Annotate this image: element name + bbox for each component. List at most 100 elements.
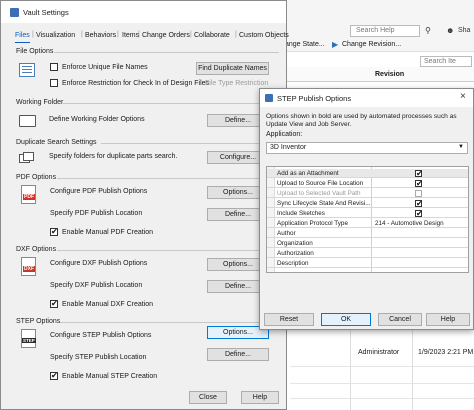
step-dialog-title: STEP Publish Options bbox=[277, 94, 352, 103]
tab-change-orders[interactable]: Change Orders bbox=[142, 32, 190, 39]
file-list-icon bbox=[19, 63, 35, 77]
property-row[interactable]: Application Protocol Type 214 - Automotiv… bbox=[267, 219, 468, 228]
property-row[interactable]: Author bbox=[267, 229, 468, 238]
dxf-configure-label: Configure DXF Publish Options bbox=[50, 260, 148, 267]
enforce-unique-checkbox[interactable] bbox=[50, 63, 58, 71]
property-checkbox[interactable] bbox=[415, 199, 423, 209]
close-icon[interactable]: × bbox=[460, 91, 466, 102]
property-row[interactable]: Add as an Attachment bbox=[267, 169, 468, 179]
property-row[interactable]: Authorization bbox=[267, 249, 468, 258]
property-row[interactable]: Description bbox=[267, 259, 468, 268]
property-row[interactable]: Upload to Selected Vault Path bbox=[267, 189, 468, 198]
step-dialog-titlebar: STEP Publish Options × bbox=[260, 89, 473, 107]
tab-files[interactable]: Files bbox=[15, 32, 30, 39]
vault-settings-title: Vault Settings bbox=[23, 8, 69, 17]
enforce-unique-label: Enforce Unique File Names bbox=[62, 64, 148, 71]
application-label: Application: bbox=[266, 131, 303, 138]
vault-settings-help-button[interactable]: Help bbox=[241, 391, 279, 404]
ok-button[interactable]: OK bbox=[321, 313, 371, 326]
search-items-placeholder: Search Ite bbox=[424, 58, 456, 65]
property-label: Include Sketches bbox=[277, 210, 325, 217]
duplicate-search-header: Duplicate Search Settings bbox=[16, 139, 97, 146]
step-publish-dialog: STEP Publish Options × Options shown in … bbox=[259, 88, 474, 330]
application-select-value: 3D Inventor bbox=[270, 144, 307, 151]
tab-behaviors[interactable]: Behaviors bbox=[85, 32, 116, 39]
property-label: Upload to Selected Vault Path bbox=[277, 190, 361, 197]
step-configure-label: Configure STEP Publish Options bbox=[50, 332, 152, 339]
property-label: Description bbox=[277, 260, 309, 267]
enforce-restriction-checkbox[interactable] bbox=[50, 79, 58, 87]
tab-underline bbox=[15, 42, 30, 43]
search-help-placeholder: Search Help bbox=[356, 27, 395, 34]
step-options-header: STEP Options bbox=[16, 318, 61, 325]
duplicate-search-separator bbox=[101, 143, 279, 144]
property-checkbox[interactable] bbox=[415, 209, 423, 219]
property-row[interactable]: Upload to Source File Location bbox=[267, 179, 468, 189]
search-icon[interactable]: ⚲ bbox=[425, 26, 431, 35]
enforce-restriction-label: Enforce Restriction for Check In of Desi… bbox=[62, 80, 210, 87]
file-options-separator bbox=[54, 52, 279, 53]
pdf-manual-label: Enable Manual PDF Creation bbox=[62, 229, 154, 236]
vault-settings-close-button[interactable]: Close bbox=[189, 391, 227, 404]
step-dialog-app-icon bbox=[265, 94, 273, 102]
find-duplicate-names-button[interactable]: Find Duplicate Names bbox=[196, 62, 269, 75]
help-button[interactable]: Help bbox=[426, 313, 470, 326]
row-date: 1/9/2023 2:21 PM bbox=[418, 349, 474, 356]
tab-strip: Files | Visualization | Behaviors | Item… bbox=[15, 31, 289, 39]
property-label: Author bbox=[277, 230, 296, 237]
file-options-header: File Options bbox=[16, 48, 54, 55]
property-label: Sync Lifecycle State And Revisi... bbox=[277, 200, 371, 207]
property-checkbox[interactable] bbox=[415, 169, 423, 179]
pdf-configure-label: Configure PDF Publish Options bbox=[50, 188, 148, 195]
pdf-location-label: Specify PDF Publish Location bbox=[50, 210, 143, 217]
property-row[interactable]: Sync Lifecycle State And Revisi... bbox=[267, 199, 468, 209]
application-select[interactable]: 3D Inventor ▼ bbox=[266, 142, 468, 154]
grid-header: Revision bbox=[285, 67, 474, 82]
dxf-location-label: Specify DXF Publish Location bbox=[50, 282, 143, 289]
step-manual-checkbox[interactable] bbox=[50, 371, 58, 381]
property-row[interactable]: Organization bbox=[267, 239, 468, 248]
property-value[interactable] bbox=[372, 229, 469, 238]
column-revision[interactable]: Revision bbox=[375, 71, 404, 78]
file-type-restriction-button: File Type Restriction bbox=[205, 80, 269, 87]
change-state-button[interactable]: ange State... bbox=[285, 41, 325, 48]
property-value[interactable] bbox=[372, 249, 469, 258]
pdf-options-separator bbox=[57, 178, 279, 179]
chevron-down-icon: ▼ bbox=[458, 144, 464, 150]
property-checkbox[interactable] bbox=[415, 179, 423, 189]
pdf-options-header: PDF Options bbox=[16, 174, 57, 181]
grid-lines bbox=[290, 322, 474, 410]
folder-icon bbox=[19, 115, 36, 127]
property-label: Application Protocol Type bbox=[277, 220, 348, 227]
step-define-button[interactable]: Define... bbox=[207, 348, 269, 361]
property-label: Upload to Source File Location bbox=[277, 180, 364, 187]
pdf-file-icon: PDF bbox=[21, 185, 36, 204]
change-revision-button[interactable]: Change Revision... bbox=[342, 41, 401, 48]
property-value[interactable] bbox=[372, 239, 469, 248]
tab-collaborate[interactable]: Collaborate bbox=[194, 32, 230, 39]
dxf-options-header: DXF Options bbox=[16, 246, 57, 253]
user-icon[interactable]: ☻ bbox=[446, 26, 454, 35]
property-value[interactable]: 214 - Automotive Design bbox=[372, 219, 469, 228]
property-value[interactable] bbox=[372, 259, 469, 268]
pdf-manual-checkbox[interactable] bbox=[50, 227, 58, 237]
vault-settings-app-icon bbox=[10, 8, 19, 17]
tab-visualization[interactable]: Visualization bbox=[36, 32, 75, 39]
property-row[interactable]: Include Sketches bbox=[267, 209, 468, 219]
row-user: Administrator bbox=[358, 349, 400, 356]
cancel-button[interactable]: Cancel bbox=[378, 313, 422, 326]
working-folder-separator bbox=[63, 103, 279, 104]
reset-button[interactable]: Reset bbox=[264, 313, 314, 326]
dxf-file-icon: DXF bbox=[21, 257, 36, 276]
property-label: Add as an Attachment bbox=[277, 170, 339, 177]
tab-custom-objects[interactable]: Custom Objects bbox=[239, 32, 289, 39]
duplicate-folders-icon bbox=[19, 152, 35, 164]
share-label[interactable]: Sha bbox=[458, 27, 470, 34]
tab-items[interactable]: Items bbox=[122, 32, 139, 39]
vault-settings-titlebar: Vault Settings bbox=[1, 1, 286, 23]
search-help-box[interactable]: Search Help bbox=[350, 25, 420, 37]
dxf-manual-checkbox[interactable] bbox=[50, 299, 58, 309]
property-checkbox[interactable] bbox=[415, 190, 422, 197]
step-options-separator bbox=[60, 322, 279, 323]
search-items-box[interactable]: Search Ite bbox=[420, 56, 472, 67]
